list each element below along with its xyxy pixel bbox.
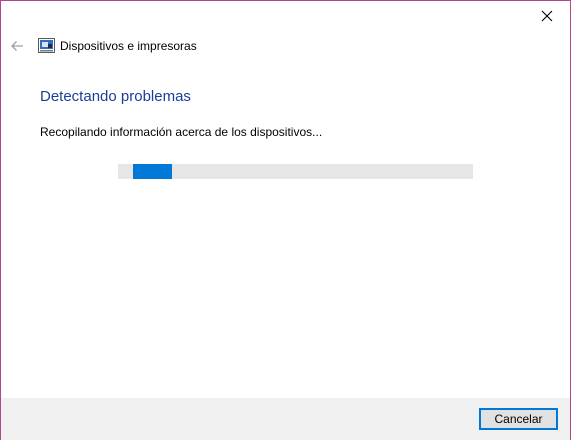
devices-printers-icon: [38, 38, 55, 53]
page-heading: Detectando problemas: [40, 88, 191, 105]
progress-indicator: [133, 164, 172, 179]
back-button[interactable]: [6, 35, 28, 57]
close-icon: [541, 10, 553, 22]
cancel-button[interactable]: Cancelar: [479, 408, 558, 430]
troubleshooter-window: Dispositivos e impresoras Detectando pro…: [0, 0, 571, 440]
footer-bar: Cancelar: [1, 398, 570, 440]
navigation-bar: Dispositivos e impresoras: [1, 31, 570, 61]
status-text: Recopilando información acerca de los di…: [40, 125, 323, 139]
back-arrow-icon: [11, 41, 23, 51]
close-button[interactable]: [524, 1, 570, 31]
window-title: Dispositivos e impresoras: [60, 39, 197, 53]
progress-bar: [118, 164, 473, 179]
